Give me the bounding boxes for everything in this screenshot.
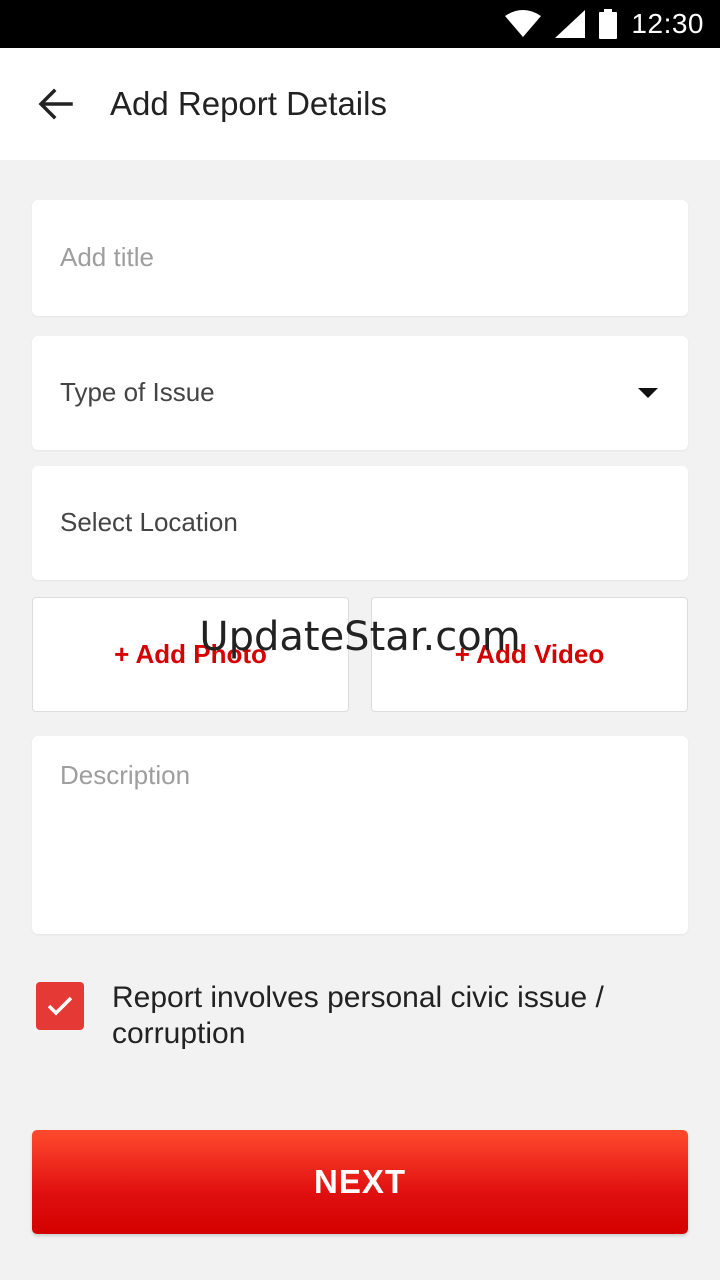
title-input[interactable]: Add title [32, 200, 688, 316]
civic-issue-checkbox-label: Report involves personal civic issue / c… [112, 981, 604, 1050]
dropdown-arrow-icon [638, 388, 658, 398]
back-button[interactable] [0, 48, 110, 160]
status-bar: 12:30 [0, 0, 720, 48]
civic-issue-checkbox[interactable] [36, 982, 84, 1030]
wifi-icon [505, 10, 542, 37]
page-title: Add Report Details [110, 85, 387, 122]
checkmark-icon [47, 996, 73, 1016]
next-button-label: NEXT [313, 1163, 406, 1200]
title-input-placeholder: Add title [60, 242, 154, 272]
add-photo-label: + Add Photo [114, 639, 267, 669]
description-textarea[interactable]: Description [32, 736, 688, 934]
issue-type-label: Type of Issue [60, 377, 215, 407]
add-video-label: + Add Video [454, 639, 605, 669]
location-label: Select Location [60, 507, 238, 537]
issue-type-dropdown[interactable]: Type of Issue [32, 336, 688, 450]
description-placeholder: Description [60, 760, 191, 790]
status-time: 12:30 [631, 8, 704, 39]
app-bar: Add Report Details [0, 48, 720, 160]
add-video-button[interactable]: + Add Video [371, 597, 688, 712]
back-arrow-icon [38, 88, 73, 120]
battery-icon [599, 9, 618, 39]
add-photo-button[interactable]: + Add Photo [32, 597, 349, 712]
next-button[interactable]: NEXT [32, 1130, 688, 1234]
cellular-signal-icon [555, 10, 586, 38]
location-selector[interactable]: Select Location [32, 466, 688, 580]
